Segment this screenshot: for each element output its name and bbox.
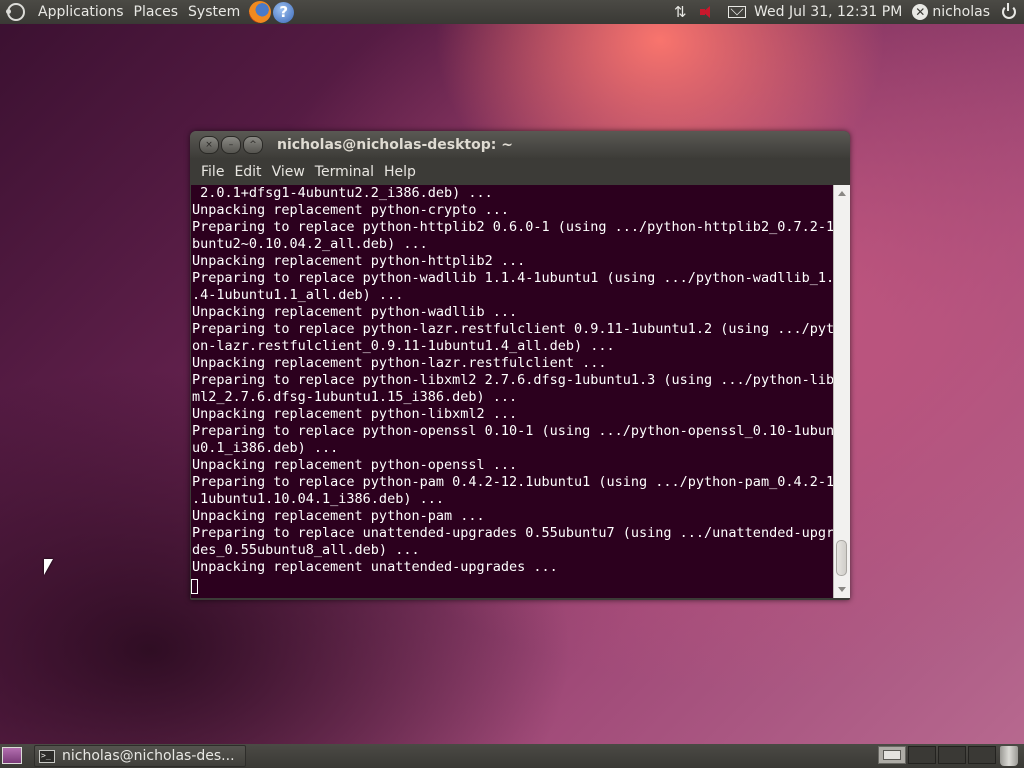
terminal-line: Unpacking replacement python-crypto ... <box>192 202 509 218</box>
user-status-icon[interactable]: ✕ <box>912 4 929 20</box>
workspace-2[interactable] <box>908 746 936 764</box>
help-icon[interactable]: ? <box>273 1 295 23</box>
terminal-line: u0.1_i386.deb) ... <box>192 440 339 456</box>
taskbar-terminal-label: nicholas@nicholas-des... <box>62 748 235 764</box>
show-desktop-button[interactable] <box>2 747 22 764</box>
terminal-window: × – ^ nicholas@nicholas-desktop: ~ File … <box>190 131 850 600</box>
scroll-down-arrow-icon[interactable] <box>838 587 846 592</box>
terminal-line: Preparing to replace unattended-upgrades… <box>192 525 833 541</box>
terminal-line: ml2_2.7.6.dfsg-1ubuntu1.15_i386.deb) ... <box>192 389 518 405</box>
window-title: nicholas@nicholas-desktop: ~ <box>277 137 513 153</box>
workspace-1[interactable] <box>878 746 906 764</box>
scroll-thumb[interactable] <box>836 540 847 576</box>
terminal-line: Preparing to replace python-openssl 0.10… <box>192 423 833 439</box>
terminal-output[interactable]: 2.0.1+dfsg1-4ubuntu2.2_i386.deb) ... Unp… <box>191 185 833 598</box>
terminal-line: Unpacking replacement python-pam ... <box>192 508 485 524</box>
taskbar-terminal-button[interactable]: >_ nicholas@nicholas-des... <box>34 745 246 767</box>
system-menu-label: System <box>188 4 241 20</box>
menu-view[interactable]: View <box>267 164 310 180</box>
menu-help[interactable]: Help <box>379 164 421 180</box>
firefox-launcher-icon[interactable] <box>249 1 272 23</box>
terminal-line: Preparing to replace python-httplib2 0.6… <box>192 219 833 235</box>
window-titlebar[interactable]: × – ^ nicholas@nicholas-desktop: ~ <box>190 131 850 159</box>
close-icon[interactable]: × <box>199 136 219 154</box>
workspace-4[interactable] <box>968 746 996 764</box>
bottom-panel: >_ nicholas@nicholas-des... <box>0 744 1024 768</box>
volume-muted-icon[interactable] <box>699 6 714 18</box>
clock[interactable]: Wed Jul 31, 12:31 PM <box>754 4 902 20</box>
menu-file[interactable]: File <box>196 164 229 180</box>
workspace-switcher <box>878 746 998 764</box>
applications-menu-label: Applications <box>38 4 124 20</box>
terminal-line: .1ubuntu1.10.04.1_i386.deb) ... <box>192 491 444 507</box>
top-panel: Applications Places System ? ⇅ Wed Jul 3… <box>0 0 1024 24</box>
menu-terminal[interactable]: Terminal <box>310 164 379 180</box>
terminal-line: on-lazr.restfulclient_0.9.11-1ubuntu1.4_… <box>192 338 615 354</box>
terminal-text: 2.0.1+dfsg1-4ubuntu2.2_i386.deb) ... Unp… <box>191 185 833 576</box>
notification-area: ⇅ Wed Jul 31, 12:31 PM ✕ nicholas <box>674 0 1024 24</box>
system-menu[interactable]: System <box>183 0 245 24</box>
ubuntu-logo-icon <box>6 3 25 21</box>
terminal-scrollbar[interactable] <box>833 185 850 598</box>
terminal-line: Unpacking replacement python-httplib2 ..… <box>192 253 526 269</box>
places-menu-label: Places <box>133 4 179 20</box>
places-menu[interactable]: Places <box>129 0 184 24</box>
mouse-pointer-icon <box>44 559 53 575</box>
terminal-line: Unpacking replacement python-openssl ... <box>192 457 518 473</box>
terminal-line: buntu2~0.10.04.2_all.deb) ... <box>192 236 428 252</box>
workspace-3[interactable] <box>938 746 966 764</box>
minimize-icon[interactable]: – <box>221 136 241 154</box>
mail-icon[interactable] <box>727 6 746 18</box>
terminal-line: Preparing to replace python-lazr.restful… <box>192 321 833 337</box>
terminal-line: .4-1ubuntu1.1_all.deb) ... <box>192 287 404 303</box>
trash-icon[interactable] <box>1000 746 1018 766</box>
maximize-icon[interactable]: ^ <box>243 136 263 154</box>
terminal-line: 2.0.1+dfsg1-4ubuntu2.2_i386.deb) ... <box>200 185 493 201</box>
terminal-line: Preparing to replace python-wadllib 1.1.… <box>192 270 833 286</box>
scroll-up-arrow-icon[interactable] <box>838 191 846 196</box>
terminal-line: Preparing to replace python-libxml2 2.7.… <box>192 372 833 388</box>
menu-edit[interactable]: Edit <box>229 164 266 180</box>
terminal-line: Unpacking replacement python-lazr.restfu… <box>192 355 607 371</box>
applications-menu[interactable]: Applications <box>0 0 129 24</box>
user-menu[interactable]: nicholas <box>932 4 990 20</box>
terminal-icon: >_ <box>39 749 55 763</box>
power-icon[interactable] <box>1002 3 1016 19</box>
terminal-cursor <box>191 579 198 594</box>
network-icon[interactable]: ⇅ <box>674 3 692 21</box>
terminal-line: Unpacking replacement unattended-upgrade… <box>192 559 558 575</box>
terminal-menubar: File Edit View Terminal Help <box>190 159 850 185</box>
terminal-line: Unpacking replacement python-wadllib ... <box>192 304 518 320</box>
terminal-line: Preparing to replace python-pam 0.4.2-12… <box>192 474 833 490</box>
terminal-line: des_0.55ubuntu8_all.deb) ... <box>192 542 420 558</box>
window-controls: × – ^ <box>199 136 265 154</box>
terminal-line: Unpacking replacement python-libxml2 ... <box>192 406 518 422</box>
